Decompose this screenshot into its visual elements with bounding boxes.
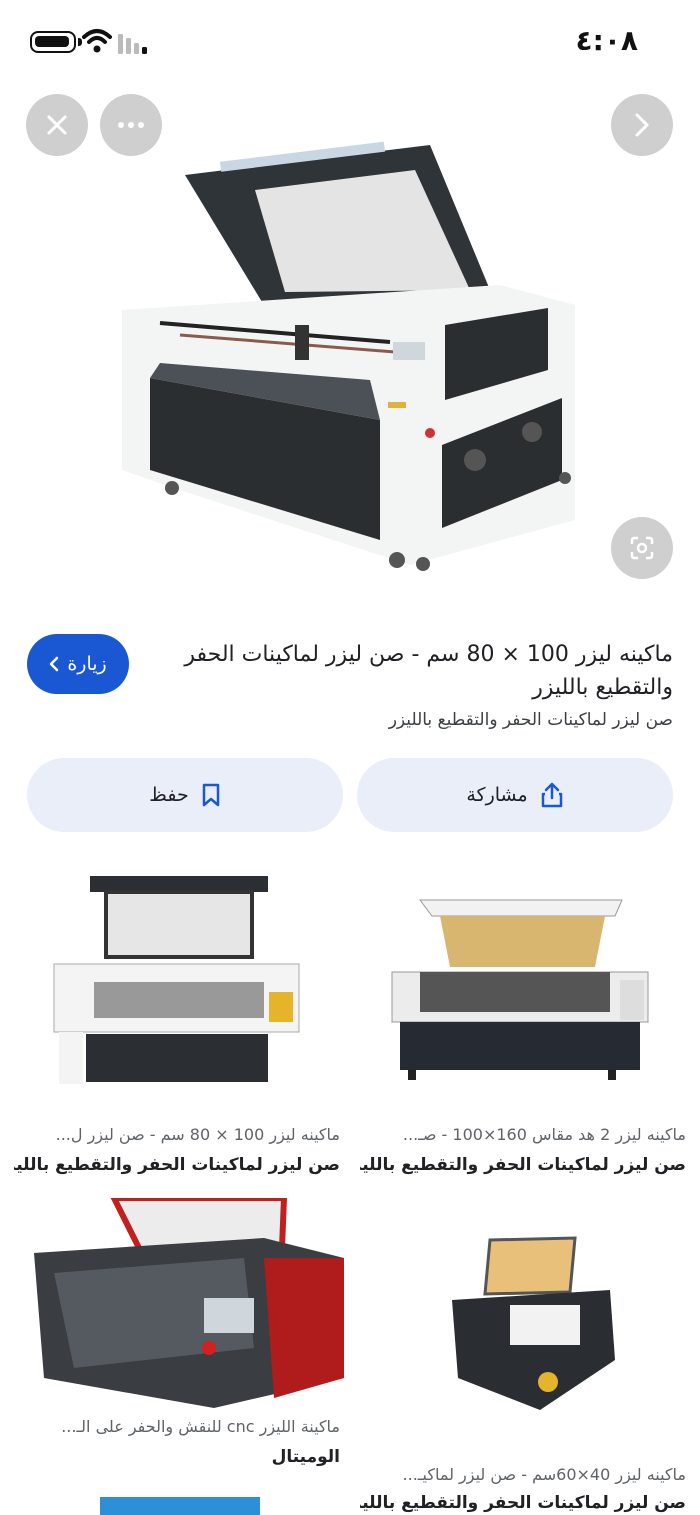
result-source[interactable]: صن ليزر لماكينات الحفر والتقطيع بالليزر [173,710,673,730]
close-icon [47,115,67,135]
chevron-right-icon [635,113,649,137]
related-caption-3[interactable]: ماكينه ليزر 40×60سم - صن ليزر لماكيـ... [360,1465,686,1484]
status-time: ٤:٠٨ [575,24,638,57]
related-source-3[interactable]: صن ليزر لماكينات الحفر والتقطيع بالليزر [360,1493,686,1513]
related-source-4[interactable]: الوميتال [14,1447,340,1467]
related-caption-1[interactable]: ماكينه ليزر 2 هد مقاس 160×100 - صـ... [360,1125,686,1144]
related-caption-4[interactable]: ماكينة الليزر cnc للنقش والحفر على الـ..… [14,1417,340,1436]
related-caption-2[interactable]: ماكينه ليزر 100 × 80 سم - صن ليزر ل... [14,1125,340,1144]
share-icon [541,782,562,808]
related-image-5-partial[interactable] [100,1497,260,1515]
close-button[interactable] [26,94,88,156]
lens-icon [630,536,654,560]
more-options-button[interactable] [100,94,162,156]
save-label: حفظ [149,784,189,806]
chevron-left-icon [50,656,59,672]
wifi-icon [82,29,112,53]
related-source-1[interactable]: صن ليزر لماكينات الحفر والتقطيع بالليزر [360,1155,686,1175]
next-image-button[interactable] [611,94,673,156]
share-label: مشاركة [466,784,528,806]
bookmark-icon [202,783,219,807]
share-button[interactable]: مشاركة [357,758,673,832]
visit-button[interactable]: زيارة [27,634,129,694]
save-button[interactable]: حفظ [27,758,343,832]
related-image-2[interactable] [14,872,340,1112]
signal-icon [118,34,147,54]
visit-label: زيارة [67,653,107,675]
result-title[interactable]: ماكينه ليزر 100 × 80 سم - صن ليزر لماكين… [173,638,673,704]
hero-product-image[interactable] [0,80,700,600]
status-bar: ٤:٠٨ [0,0,700,80]
related-image-3[interactable] [360,1230,686,1420]
related-source-2[interactable]: صن ليزر لماكينات الحفر والتقطيع بالليزر [14,1155,340,1175]
lens-search-button[interactable] [611,517,673,579]
related-image-4[interactable] [14,1198,348,1408]
related-image-1[interactable] [360,872,686,1112]
battery-icon [30,31,76,53]
more-dots-icon [118,122,144,128]
